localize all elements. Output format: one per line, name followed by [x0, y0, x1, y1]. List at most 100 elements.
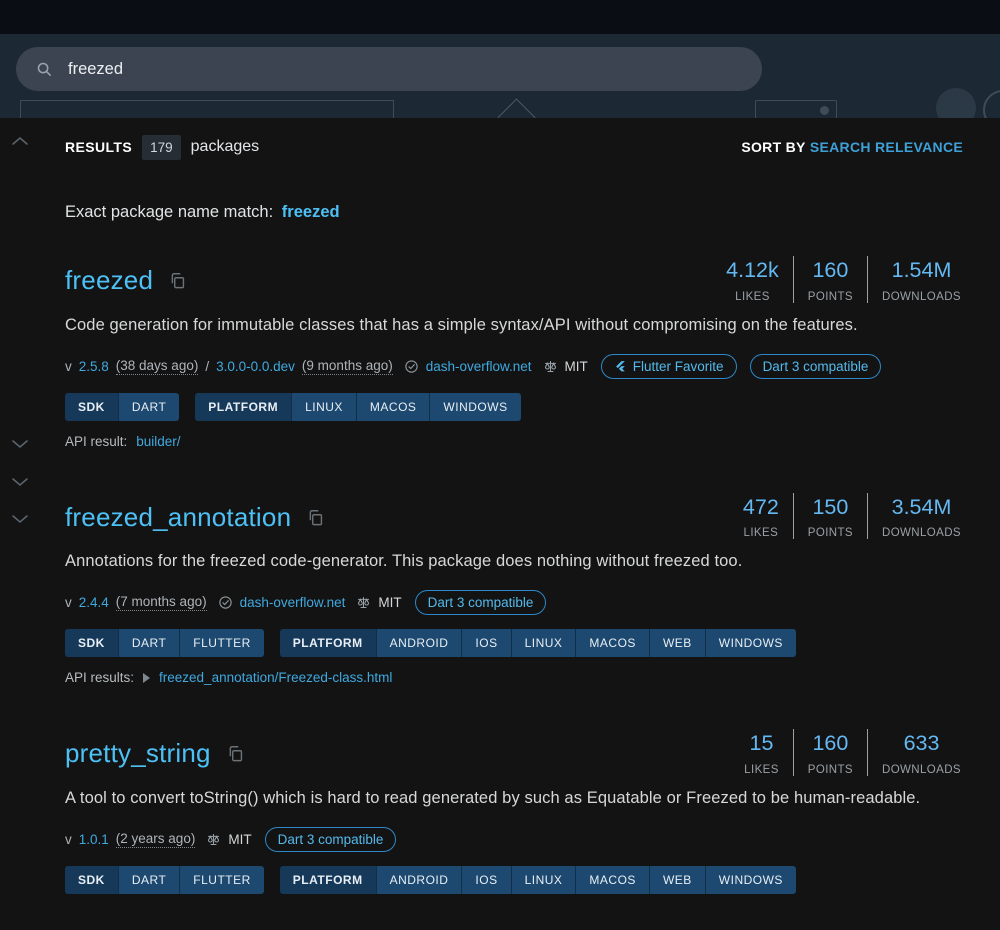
- dart3-label: Dart 3 compatible: [427, 595, 534, 611]
- chevron-up-icon[interactable]: [11, 133, 29, 151]
- platform-tag-label[interactable]: PLATFORM: [279, 865, 376, 894]
- sdk-tag[interactable]: FLUTTER: [179, 629, 264, 658]
- points-label: POINTS: [807, 763, 853, 776]
- platform-tag[interactable]: ANDROID: [375, 865, 462, 894]
- sdk-tag[interactable]: DART: [117, 629, 180, 658]
- platform-tag[interactable]: ANDROID: [375, 629, 462, 658]
- package-title-link[interactable]: pretty_string: [65, 738, 211, 769]
- chevron-down-icon[interactable]: [11, 474, 29, 492]
- package-description: A tool to convert toString() which is ha…: [65, 788, 921, 807]
- disclosure-triangle-icon[interactable]: [143, 672, 151, 683]
- version-separator: /: [205, 358, 210, 374]
- package-card-freezed: freezed 4.12k LIKES 160 POINTS 1.54M DOWNLO…: [65, 256, 963, 449]
- sdk-tag[interactable]: FLUTTER: [179, 865, 264, 894]
- version-link[interactable]: 2.4.4: [79, 595, 109, 610]
- flutter-favorite-badge[interactable]: Flutter Favorite: [600, 353, 737, 379]
- platform-tag[interactable]: WINDOWS: [704, 629, 796, 658]
- api-result-row: API results: freezed_annotation/Freezed-…: [65, 670, 963, 685]
- package-metrics: 15 LIKES 160 POINTS 633 DOWNLOADS: [730, 729, 963, 776]
- search-bar[interactable]: [16, 47, 762, 91]
- platform-tag[interactable]: IOS: [461, 865, 511, 894]
- platform-tag-label[interactable]: PLATFORM: [279, 629, 376, 658]
- package-metrics: 4.12k LIKES 160 POINTS 1.54M DOWNLOADS: [712, 256, 963, 303]
- version-prefix: v: [65, 358, 72, 374]
- search-results-panel: RESULTS 179 packages SORT BY SEARCH RELE…: [0, 118, 1000, 930]
- package-tags-row: SDK DART FLUTTER PLATFORM ANDROID IOS LI…: [65, 865, 963, 894]
- site-header: [0, 0, 1000, 118]
- publisher-link[interactable]: dash-overflow.net: [240, 595, 346, 610]
- package-metadata-row: v 1.0.1 (2 years ago) MIT Dart 3 compati…: [65, 826, 963, 852]
- downloads-label: DOWNLOADS: [882, 290, 961, 303]
- platform-tag-label[interactable]: PLATFORM: [195, 392, 292, 421]
- exact-match-package-link[interactable]: freezed: [282, 203, 340, 221]
- platform-tag-group: PLATFORM ANDROID IOS LINUX MACOS WEB WIN…: [279, 865, 796, 894]
- avatar[interactable]: [936, 88, 976, 118]
- chevron-down-icon[interactable]: [11, 511, 29, 529]
- package-metadata-row: v 2.5.8 (38 days ago) / 3.0.0-0.0.dev (9…: [65, 353, 963, 379]
- dropdown-caret: [497, 98, 536, 118]
- downloads-value: 1.54M: [891, 258, 952, 282]
- dart3-compatible-badge[interactable]: Dart 3 compatible: [749, 353, 882, 379]
- header-circle-icon[interactable]: [983, 90, 1000, 118]
- platform-tag[interactable]: WINDOWS: [429, 392, 521, 421]
- package-title-link[interactable]: freezed_annotation: [65, 502, 291, 533]
- package-title-link[interactable]: freezed: [65, 265, 153, 296]
- platform-tag[interactable]: LINUX: [510, 629, 576, 658]
- likes-value: 4.12k: [726, 258, 779, 282]
- version-prefix: v: [65, 595, 72, 611]
- downloads-value: 633: [903, 731, 940, 756]
- sdk-tag[interactable]: DART: [117, 392, 180, 421]
- package-card-freezed-annotation: freezed_annotation 472 LIKES 150 POINTS 3.…: [65, 492, 963, 685]
- platform-tag[interactable]: IOS: [461, 629, 511, 658]
- chevron-down-icon[interactable]: [11, 436, 29, 454]
- publisher-link[interactable]: dash-overflow.net: [426, 359, 532, 374]
- sdk-tag-group: SDK DART FLUTTER: [65, 629, 264, 658]
- points-label: POINTS: [807, 290, 853, 303]
- version-link[interactable]: 1.0.1: [79, 832, 109, 847]
- api-result-link[interactable]: freezed_annotation/Freezed-class.html: [159, 670, 392, 685]
- sort-by-label: SORT BY: [741, 139, 806, 155]
- verified-publisher-icon: [404, 359, 419, 374]
- platform-tag[interactable]: MACOS: [355, 392, 430, 421]
- package-description: Annotations for the freezed code-generat…: [65, 552, 743, 571]
- platform-tag[interactable]: MACOS: [575, 865, 649, 894]
- api-results-label: API results:: [65, 670, 135, 686]
- platform-tag[interactable]: LINUX: [510, 865, 576, 894]
- sdk-tag-label[interactable]: SDK: [65, 392, 118, 421]
- results-label: RESULTS: [65, 139, 133, 155]
- likes-value: 472: [742, 494, 779, 519]
- api-result-link[interactable]: builder/: [136, 434, 180, 449]
- license-label: MIT: [228, 831, 252, 847]
- platform-tag[interactable]: WEB: [648, 629, 705, 658]
- downloads-value: 3.54M: [891, 494, 952, 519]
- copy-icon[interactable]: [226, 744, 245, 763]
- package-card-pretty-string: pretty_string 15 LIKES 160 POINTS 633 DOWNL…: [65, 729, 963, 894]
- copy-icon[interactable]: [168, 271, 187, 290]
- version-age: (7 months ago): [115, 594, 207, 612]
- version-link[interactable]: 2.5.8: [79, 359, 109, 374]
- search-input[interactable]: [66, 58, 670, 80]
- sdk-tag[interactable]: DART: [117, 865, 180, 894]
- platform-tag[interactable]: WINDOWS: [704, 865, 796, 894]
- copy-icon[interactable]: [306, 508, 325, 527]
- version-age: (2 years ago): [115, 830, 196, 848]
- sdk-tag-label[interactable]: SDK: [65, 629, 118, 658]
- dart3-compatible-badge[interactable]: Dart 3 compatible: [264, 826, 397, 852]
- sdk-tag-label[interactable]: SDK: [65, 865, 118, 894]
- points-label: POINTS: [807, 527, 853, 540]
- search-icon: [37, 62, 51, 76]
- sort-selector[interactable]: SEARCH RELEVANCE: [810, 139, 963, 155]
- dart3-compatible-badge[interactable]: Dart 3 compatible: [414, 590, 547, 616]
- points-value: 150: [812, 494, 849, 519]
- packages-label: packages: [190, 138, 260, 155]
- api-result-row: API result: builder/: [65, 434, 963, 449]
- platform-tag[interactable]: MACOS: [575, 629, 649, 658]
- prerelease-link[interactable]: 3.0.0-0.0.dev: [216, 359, 295, 374]
- license-label: MIT: [378, 595, 402, 611]
- results-count-badge: 179: [142, 134, 181, 160]
- api-result-label: API result:: [65, 433, 128, 449]
- dart3-label: Dart 3 compatible: [762, 358, 869, 374]
- package-metadata-row: v 2.4.4 (7 months ago) dash-overflow.net…: [65, 590, 963, 616]
- platform-tag[interactable]: WEB: [648, 865, 705, 894]
- platform-tag[interactable]: LINUX: [291, 392, 356, 421]
